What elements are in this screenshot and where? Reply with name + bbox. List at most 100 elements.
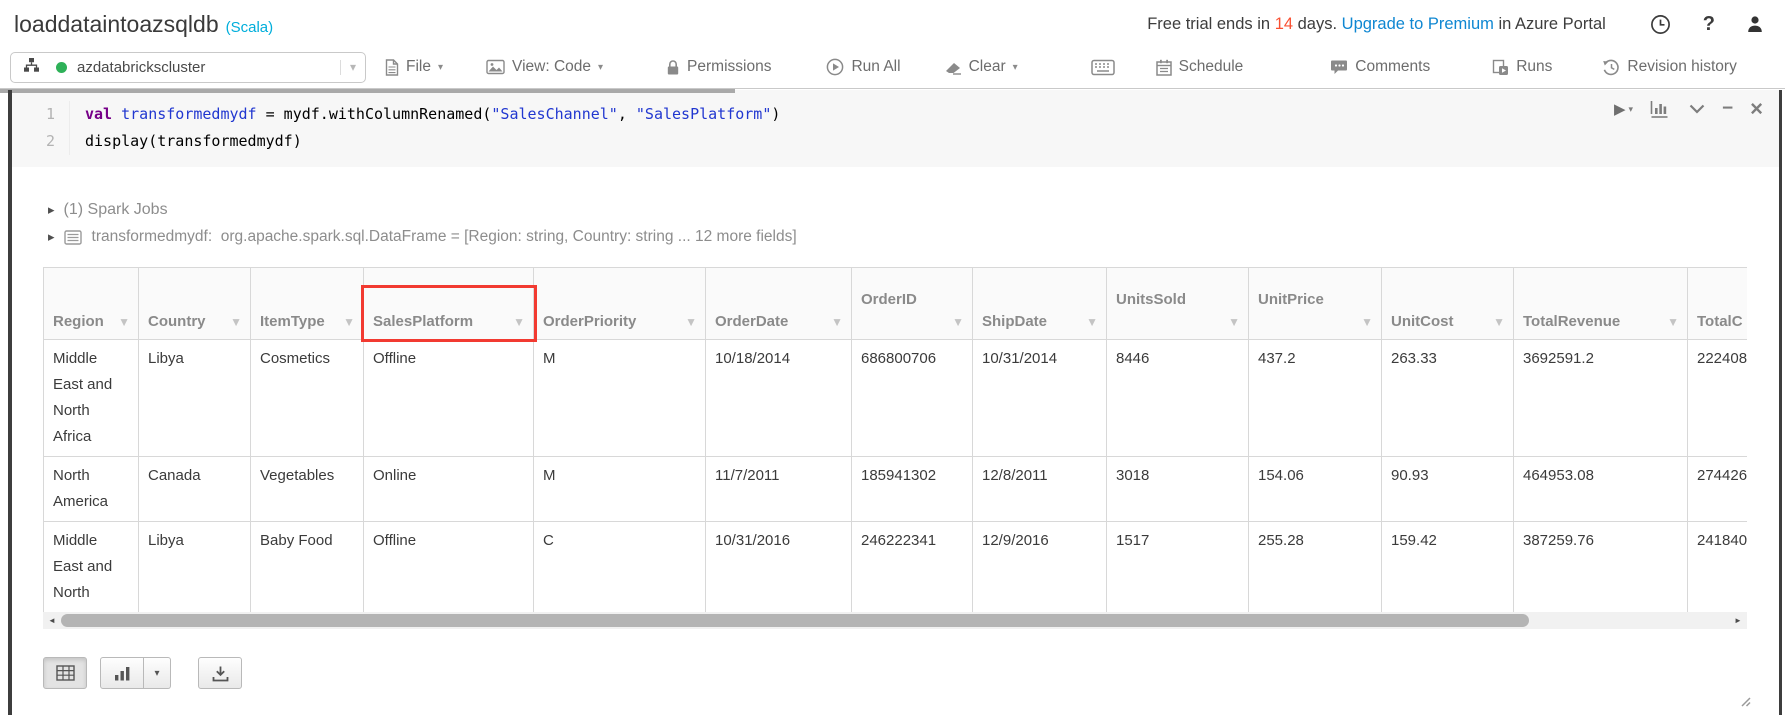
expand-triangle-icon: ▸ <box>48 229 55 245</box>
sort-arrow-icon[interactable]: ▼ <box>861 314 964 330</box>
upgrade-premium-link[interactable]: Upgrade to Premium <box>1342 15 1494 33</box>
trial-prefix: Free trial ends in <box>1147 15 1274 33</box>
sort-arrow-icon[interactable]: ▼ <box>118 314 130 330</box>
minimize-icon[interactable]: − <box>1722 98 1733 120</box>
run-all-label: Run All <box>851 58 900 76</box>
permissions-button[interactable]: Permissions <box>666 58 771 76</box>
results-table: Region▼Country▼ItemType▼SalesPlatform▼Or… <box>43 267 1747 612</box>
sort-arrow-icon[interactable]: ▼ <box>1116 314 1240 330</box>
schedule-button[interactable]: Schedule <box>1156 58 1244 76</box>
table-cell: 686800706 <box>852 340 973 457</box>
sort-arrow-icon[interactable]: ▼ <box>230 314 242 330</box>
column-header-shipdate[interactable]: ShipDate ▼ <box>973 268 1107 340</box>
column-header-totalc[interactable]: TotalC <box>1688 268 1748 340</box>
table-cell: Online <box>364 457 534 522</box>
dataframe-toggle[interactable]: ▸ transformedmydf: org.apache.spark.sql.… <box>48 228 1779 246</box>
column-header-orderdate[interactable]: OrderDate▼ <box>706 268 852 340</box>
column-header-orderid[interactable]: OrderID▼ <box>852 268 973 340</box>
table-cell: 8446 <box>1107 340 1249 457</box>
table-cell: 387259.76 <box>1514 522 1688 613</box>
table-cell: Vegetables <box>251 457 364 522</box>
download-button[interactable] <box>198 657 242 689</box>
column-header-label: UnitsSold <box>1116 291 1186 308</box>
clear-menu[interactable]: Clear ▾ <box>944 58 1018 76</box>
expand-triangle-icon: ▸ <box>48 202 55 218</box>
spark-jobs-toggle[interactable]: ▸ (1) Spark Jobs <box>48 201 1779 219</box>
sort-arrow-icon[interactable]: ▼ <box>1086 314 1098 330</box>
scrollbar-track[interactable] <box>61 612 1729 629</box>
sort-arrow-icon[interactable]: ▼ <box>1258 314 1373 330</box>
lock-icon <box>666 59 680 76</box>
history-icon <box>1602 59 1620 76</box>
view-menu[interactable]: View: Code ▾ <box>486 58 603 76</box>
horizontal-scrollbar[interactable]: ◄ ► <box>43 612 1747 629</box>
table-cell: 10/18/2014 <box>706 340 852 457</box>
column-header-totalrevenue[interactable]: TotalRevenue▼ <box>1514 268 1688 340</box>
results-table-container: Region▼Country▼ItemType▼SalesPlatform▼Or… <box>43 267 1747 612</box>
column-header-unitcost[interactable]: UnitCost▼ <box>1382 268 1514 340</box>
comments-button[interactable]: Comments <box>1330 58 1430 76</box>
column-header-region[interactable]: Region▼ <box>44 268 139 340</box>
line-number: 2 <box>12 128 70 155</box>
table-cell: M <box>534 457 706 522</box>
user-icon[interactable] <box>1745 14 1765 34</box>
runs-button[interactable]: Runs <box>1492 58 1552 76</box>
sort-arrow-icon[interactable]: ▼ <box>1493 314 1505 330</box>
caret-down-icon: ▾ <box>1629 104 1634 115</box>
sort-arrow-icon[interactable]: ▼ <box>685 314 697 330</box>
table-cell: 154.06 <box>1249 457 1382 522</box>
sort-arrow-icon[interactable]: ▼ <box>343 314 355 330</box>
runs-icon <box>1492 59 1509 76</box>
scroll-left-icon[interactable]: ◄ <box>43 612 61 629</box>
schedule-label: Schedule <box>1179 58 1244 76</box>
scroll-right-icon[interactable]: ► <box>1729 612 1747 629</box>
cell-left-border <box>8 90 12 715</box>
table-cell: Offline <box>364 522 534 613</box>
column-header-unitssold[interactable]: UnitsSold ▼ <box>1107 268 1249 340</box>
column-header-itemtype[interactable]: ItemType▼ <box>251 268 364 340</box>
cluster-name: azdatabrickscluster <box>77 59 340 76</box>
cluster-selector[interactable]: azdatabrickscluster ▾ <box>10 52 366 83</box>
column-header-orderpriority[interactable]: OrderPriority▼ <box>534 268 706 340</box>
table-cell: M <box>534 340 706 457</box>
code-editor[interactable]: 1val transformedmydf = mydf.withColumnRe… <box>12 90 1779 167</box>
table-cell: 185941302 <box>852 457 973 522</box>
column-header-salesplatform[interactable]: SalesPlatform ▼ <box>364 268 534 340</box>
code-lines: 1val transformedmydf = mydf.withColumnRe… <box>12 101 1779 155</box>
title-wrap: loaddataintoazsqldb (Scala) <box>14 11 273 38</box>
scrollbar-thumb[interactable] <box>61 614 1529 627</box>
divider <box>340 60 341 75</box>
dataframe-icon <box>64 230 82 245</box>
resize-handle[interactable] <box>1737 693 1751 712</box>
revision-history-label: Revision history <box>1627 58 1736 76</box>
comment-icon <box>1330 59 1348 75</box>
trial-middle: days. <box>1293 15 1342 33</box>
sort-arrow-icon[interactable]: ▼ <box>513 314 525 330</box>
column-header-label: ShipDate <box>982 313 1047 330</box>
run-cell-button[interactable]: ▶▾ <box>1614 100 1633 118</box>
shortcuts-button[interactable] <box>1091 59 1122 76</box>
column-header-unitprice[interactable]: UnitPrice▼ <box>1249 268 1382 340</box>
code-line[interactable]: 1val transformedmydf = mydf.withColumnRe… <box>12 101 1779 128</box>
clock-icon[interactable] <box>1650 14 1671 35</box>
revision-history-button[interactable]: Revision history <box>1602 58 1736 76</box>
file-icon <box>385 59 399 76</box>
bar-chart-icon[interactable] <box>1650 100 1672 118</box>
table-cell: Baby Food <box>251 522 364 613</box>
sort-arrow-icon[interactable]: ▼ <box>1667 314 1679 330</box>
sort-arrow-icon[interactable]: ▼ <box>831 314 843 330</box>
table-view-button[interactable] <box>43 657 87 689</box>
help-icon[interactable]: ? <box>1703 13 1715 36</box>
close-icon[interactable]: × <box>1750 102 1763 116</box>
table-cell: 464953.08 <box>1514 457 1688 522</box>
chart-view-button[interactable] <box>100 657 144 689</box>
code-line[interactable]: 2display(transformedmydf) <box>12 128 1779 155</box>
run-all-button[interactable]: Run All <box>826 58 900 76</box>
column-header-country[interactable]: Country▼ <box>139 268 251 340</box>
view-menu-label: View: Code <box>512 58 591 76</box>
column-header-label: SalesPlatform <box>373 313 473 330</box>
runs-label: Runs <box>1516 58 1552 76</box>
chevron-down-icon[interactable] <box>1689 104 1705 114</box>
chart-options-button[interactable]: ▾ <box>144 657 171 689</box>
file-menu[interactable]: File ▾ <box>385 58 443 76</box>
